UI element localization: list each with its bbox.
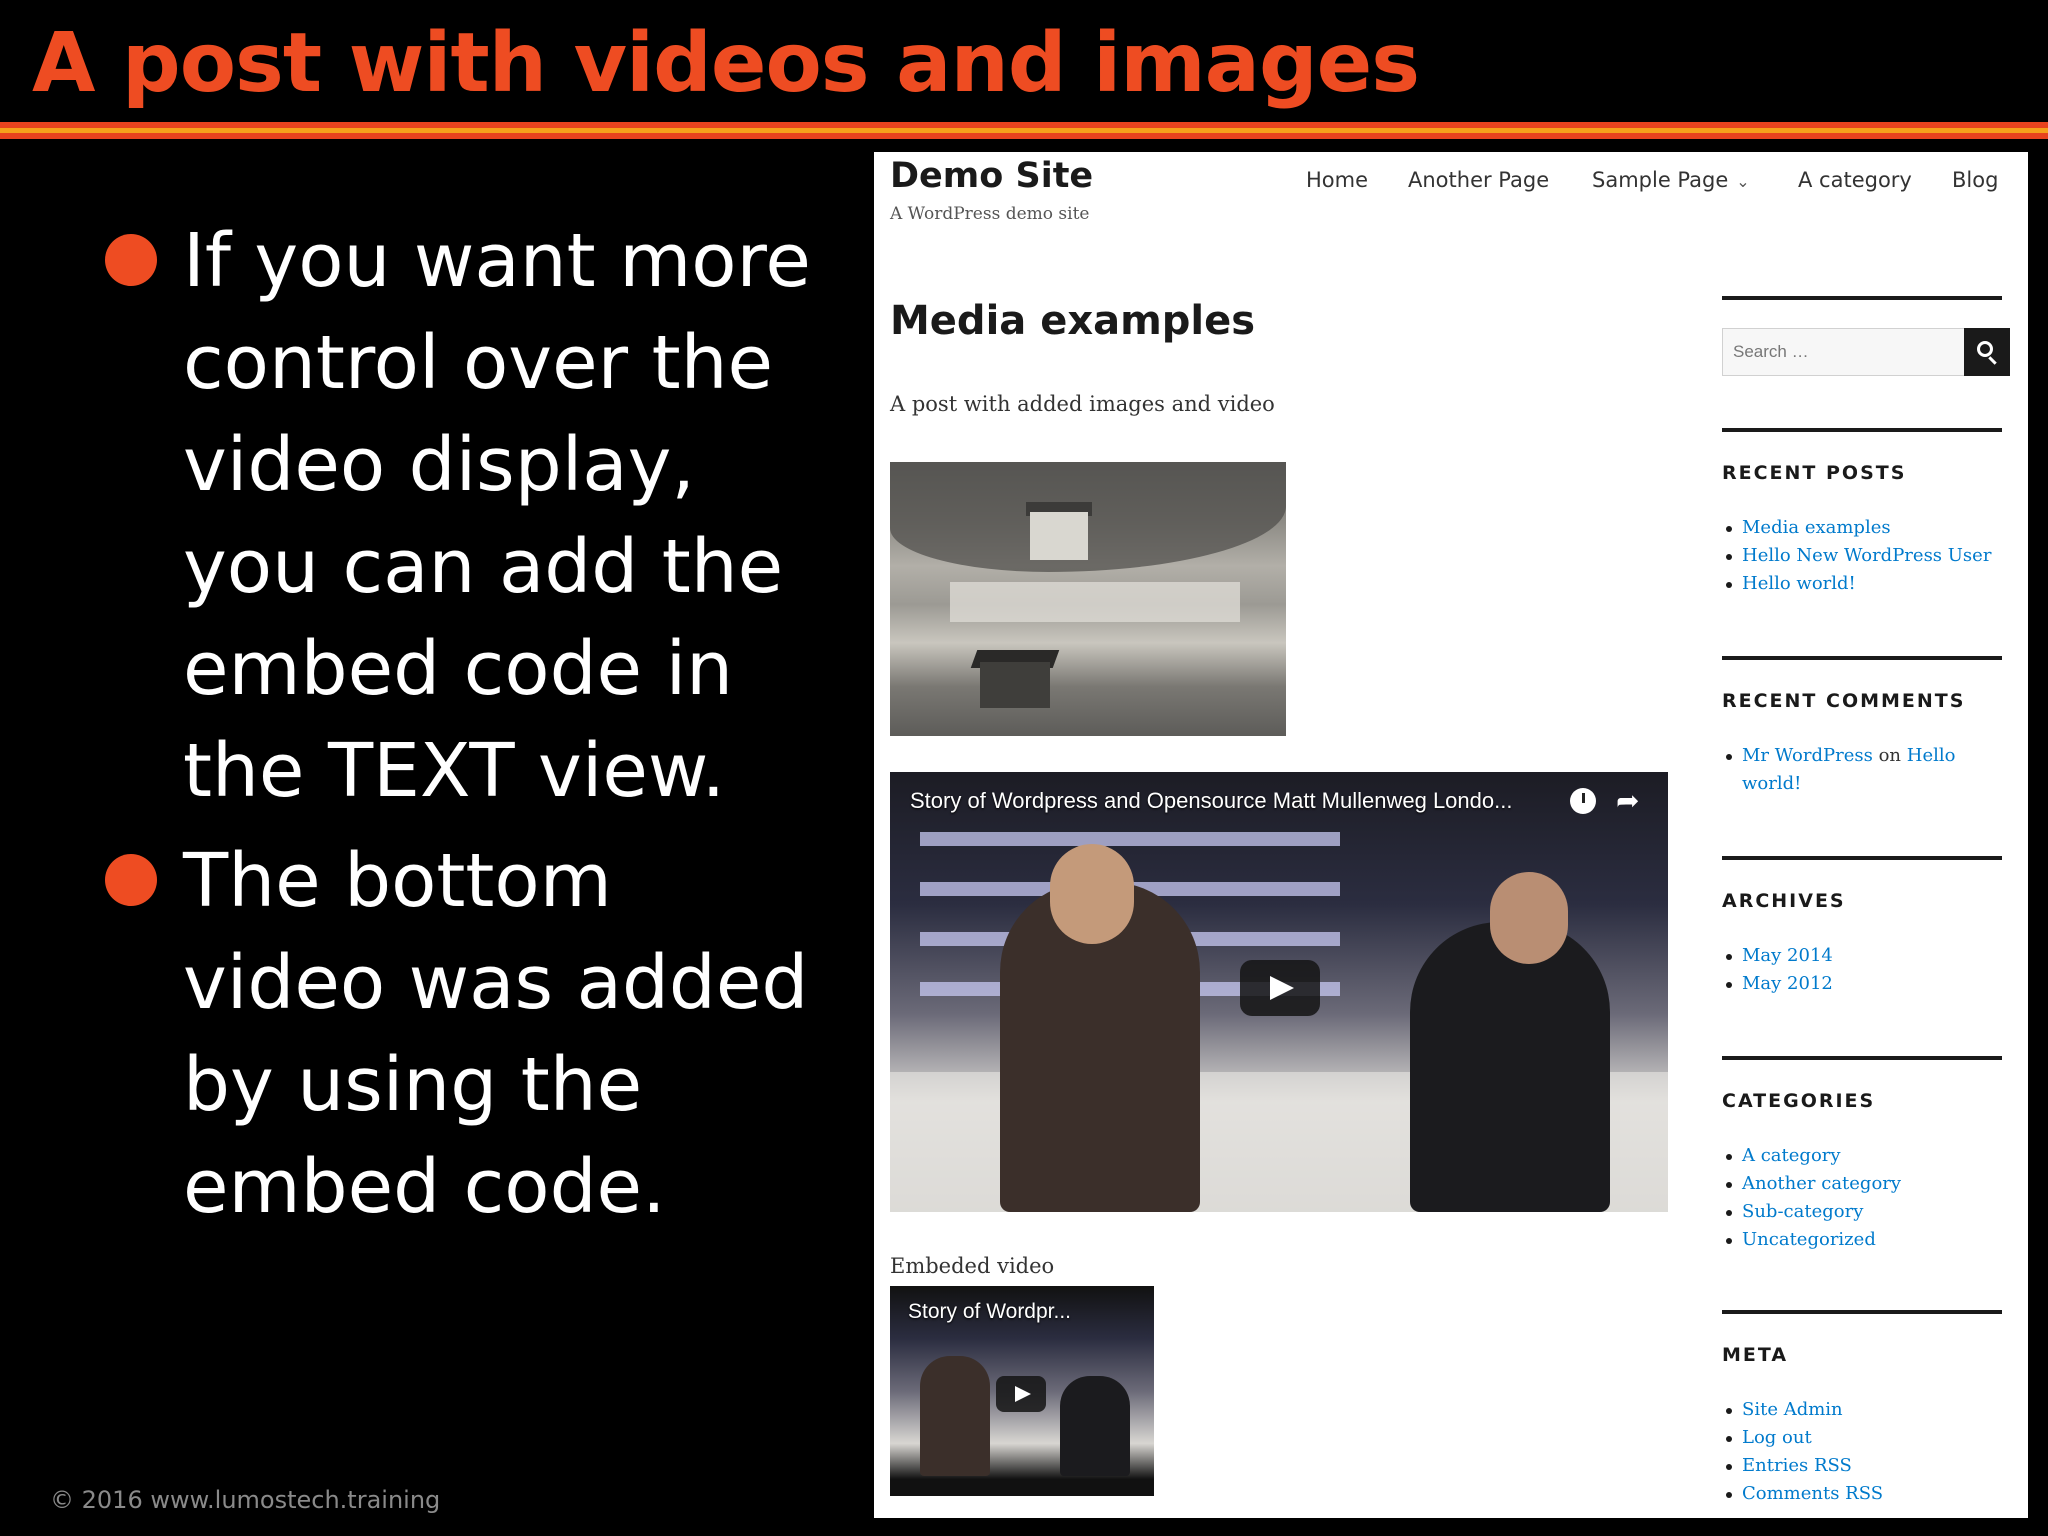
recent-comment-item: Mr WordPress on Hello world! <box>1726 742 1966 798</box>
bullet-dot-icon <box>105 234 157 286</box>
site-tagline: A WordPress demo site <box>890 204 1090 224</box>
bullet-item: The bottom video was added by using the … <box>105 830 809 1238</box>
recent-comments-list: Mr WordPress on Hello world! <box>1726 742 2006 798</box>
bullet-line: The bottom <box>183 838 612 924</box>
widget-title-recent-posts: RECENT POSTS <box>1722 462 1907 484</box>
video-title[interactable]: Story of Wordpr... <box>908 1300 1071 1324</box>
archive-link[interactable]: May 2012 <box>1726 970 2006 998</box>
nav-item-another-page[interactable]: Another Page <box>1408 168 1549 192</box>
recent-post-link[interactable]: Hello New WordPress User <box>1726 542 2006 570</box>
photo-house <box>1030 512 1088 560</box>
nav-item-home[interactable]: Home <box>1306 168 1368 192</box>
category-link[interactable]: Uncategorized <box>1726 1226 2006 1254</box>
photo-hill <box>890 462 1286 572</box>
archives-list: May 2014 May 2012 <box>1726 942 2006 998</box>
embedded-video-large[interactable]: Story of Wordpress and Opensource Matt M… <box>890 772 1668 1212</box>
category-link[interactable]: Sub-category <box>1726 1198 2006 1226</box>
photo-water <box>950 582 1240 622</box>
video-speaker-right <box>1060 1376 1130 1476</box>
widget-divider <box>1722 856 2002 860</box>
widget-divider <box>1722 428 2002 432</box>
embed-label: Embeded video <box>890 1254 1055 1278</box>
video-speaker-right <box>1410 922 1610 1212</box>
search-placeholder: Search … <box>1733 342 1809 361</box>
archive-link[interactable]: May 2014 <box>1726 942 2006 970</box>
widget-divider <box>1722 296 2002 300</box>
share-icon[interactable]: ➦ <box>1616 784 1639 817</box>
categories-list: A category Another category Sub-category… <box>1726 1142 2006 1254</box>
video-speaker-left <box>920 1356 990 1476</box>
stage-light <box>920 832 1340 846</box>
bullet-line: embed code in <box>183 626 734 712</box>
bullet-line: If you want more <box>183 218 811 304</box>
widget-divider <box>1722 1056 2002 1060</box>
comment-author-link[interactable]: Mr WordPress <box>1742 745 1873 766</box>
recent-post-link[interactable]: Media examples <box>1726 514 2006 542</box>
category-link[interactable]: Another category <box>1726 1170 2006 1198</box>
meta-link[interactable]: Log out <box>1726 1424 2006 1452</box>
bullet-line: the TEXT view. <box>183 728 726 814</box>
post-intro-text: A post with added images and video <box>890 392 1275 416</box>
slide-title: A post with videos and images <box>32 16 1420 111</box>
bullet-line: by using the <box>183 1042 643 1128</box>
widget-title-meta: META <box>1722 1344 1789 1366</box>
recent-posts-list: Media examples Hello New WordPress User … <box>1726 514 2006 598</box>
bullet-item: If you want more control over the video … <box>105 210 811 822</box>
widget-title-recent-comments: RECENT COMMENTS <box>1722 690 1966 712</box>
recent-post-link[interactable]: Hello world! <box>1726 570 2006 598</box>
bullet-line: video was added <box>183 940 809 1026</box>
comment-connector: on <box>1878 745 1902 766</box>
bullet-line: control over the <box>183 320 774 406</box>
photo-shed <box>980 662 1050 708</box>
meta-link[interactable]: Comments RSS <box>1726 1480 2006 1508</box>
post-title[interactable]: Media examples <box>890 298 1255 344</box>
video-speaker-left-head <box>1050 844 1134 944</box>
sidebar: Search … RECENT POSTS Media examples Hel… <box>1722 152 2010 1518</box>
search-icon <box>1977 341 1993 357</box>
video-speaker-right-head <box>1490 872 1568 964</box>
widget-title-archives: ARCHIVES <box>1722 890 1846 912</box>
category-link[interactable]: A category <box>1726 1142 2006 1170</box>
meta-list: Site Admin Log out Entries RSS Comments … <box>1726 1396 2006 1508</box>
bullet-line: embed code. <box>183 1144 666 1230</box>
widget-divider <box>1722 1310 2002 1314</box>
widget-divider <box>1722 656 2002 660</box>
meta-link[interactable]: Entries RSS <box>1726 1452 2006 1480</box>
bullet-list: If you want more control over the video … <box>105 210 811 1246</box>
bullet-line: you can add the <box>183 524 784 610</box>
nav-item-label: Sample Page <box>1592 168 1729 192</box>
search-button[interactable] <box>1964 328 2010 376</box>
search-input[interactable]: Search … <box>1722 328 1964 376</box>
bullet-dot-icon <box>105 854 157 906</box>
video-title[interactable]: Story of Wordpress and Opensource Matt M… <box>910 788 1512 814</box>
play-icon[interactable] <box>1240 960 1320 1016</box>
title-stripe-red-bottom <box>0 133 2048 139</box>
watch-later-icon[interactable] <box>1570 788 1596 814</box>
website-screenshot: Demo Site A WordPress demo site Home Ano… <box>874 152 2028 1518</box>
copyright-footer: © 2016 www.lumostech.training <box>50 1486 441 1514</box>
embedded-video-small[interactable]: Story of Wordpr... <box>890 1286 1154 1496</box>
widget-title-categories: CATEGORIES <box>1722 1090 1876 1112</box>
bullet-line: video display, <box>183 422 695 508</box>
meta-link[interactable]: Site Admin <box>1726 1396 2006 1424</box>
historic-photo-image <box>890 462 1286 736</box>
play-icon[interactable] <box>996 1376 1046 1412</box>
